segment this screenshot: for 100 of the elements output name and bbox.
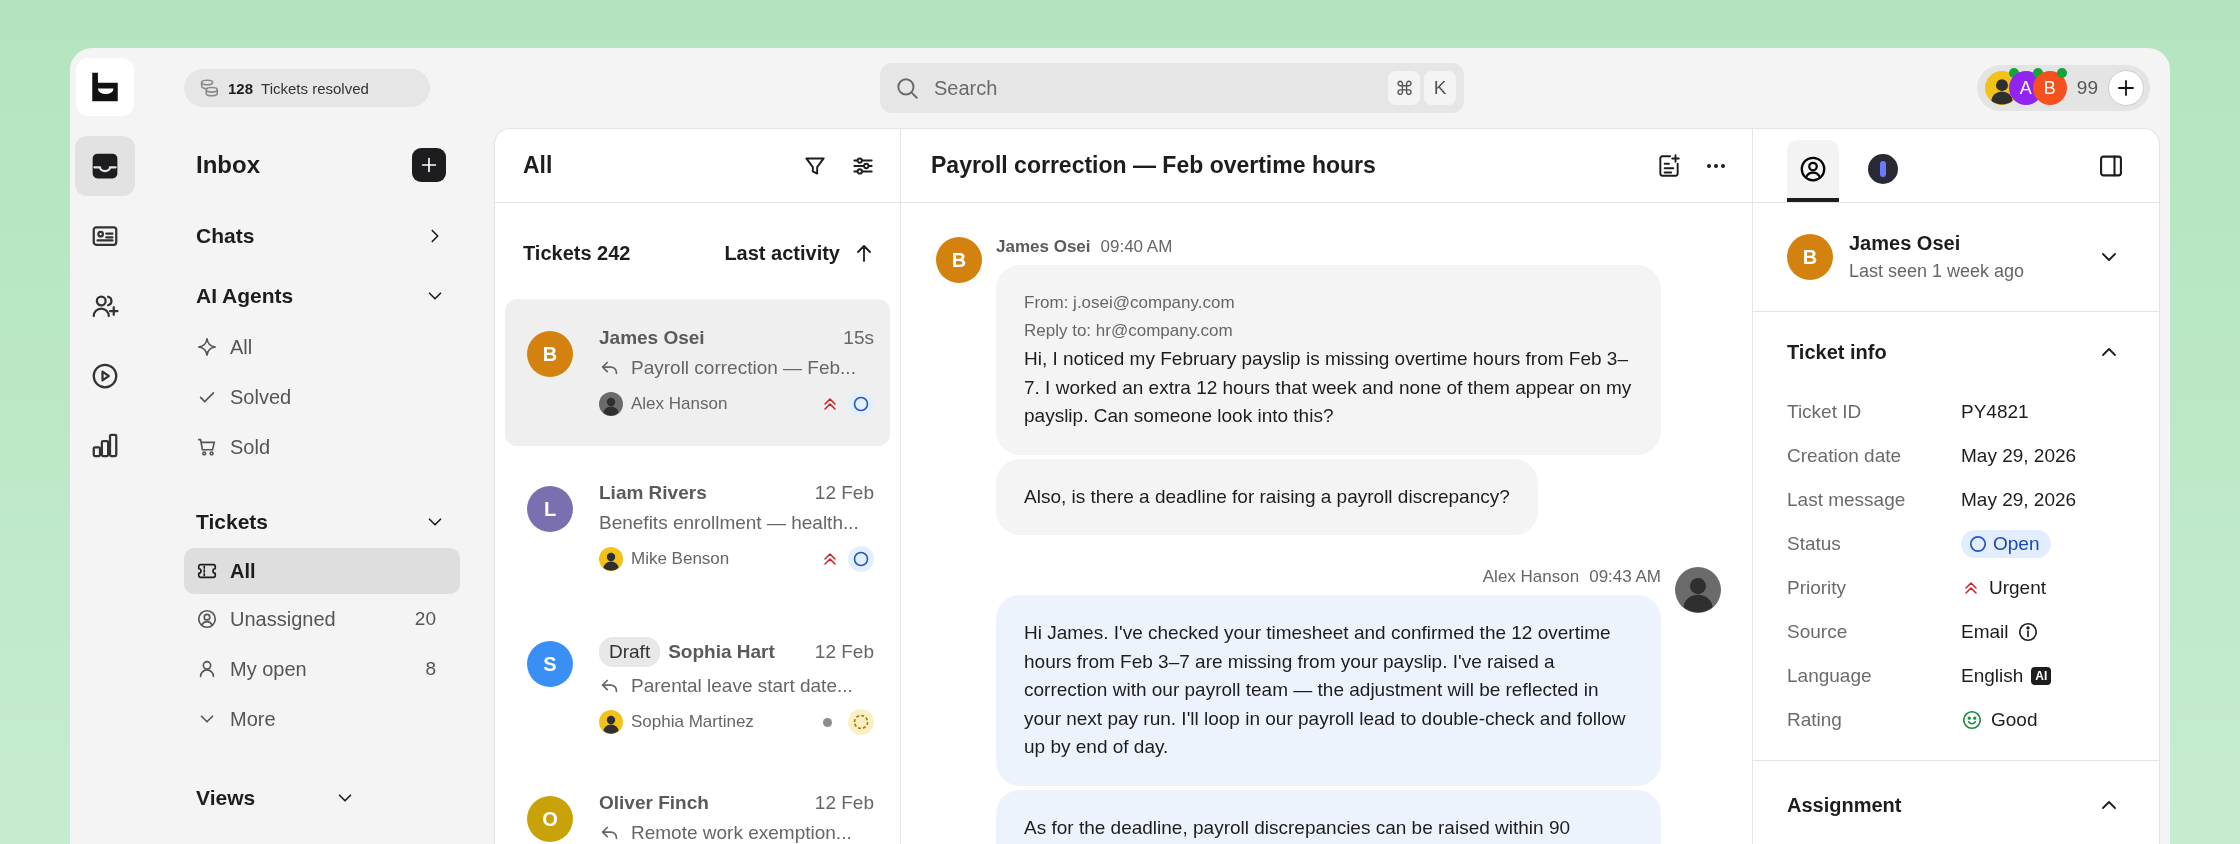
ticket-row[interactable]: L Liam Rivers 12 Feb Benefits enrollment — health... Mike Benson	[505, 454, 890, 601]
assignee-name: Mike Benson	[631, 549, 731, 569]
cart-icon	[196, 436, 218, 458]
nav-item[interactable]: Unassigned 20	[184, 594, 460, 644]
message-bubble: From: j.osei@company.com Reply to: hr@company.com Hi, I noticed my February payslip is missing overtime hours from Feb 3–7. I worked an extra 12 hours that week and none of them appear on my payslip. Can someone look into this?	[996, 265, 1661, 455]
section-title[interactable]: Views	[196, 786, 256, 810]
section-title[interactable]: Assignment	[1787, 793, 1902, 817]
user-circle-icon	[1798, 154, 1828, 184]
field-label: Ticket ID	[1787, 400, 1863, 424]
contact-name: Liam Rivers	[599, 482, 708, 504]
note-icon	[1656, 152, 1682, 179]
contact-avatar: B	[1787, 234, 1833, 280]
contact-avatar: B	[936, 237, 982, 283]
ticket-row[interactable]: B James Osei 15s Payroll correction — Feb... Alex Hanson	[505, 299, 890, 446]
ticket-row[interactable]: S Draft Sophia Hart 12 Feb Parental leave start date... Sophia Martinez	[505, 609, 890, 756]
nav-item[interactable]: All	[184, 322, 460, 372]
ticket-time: 12 Feb	[814, 482, 874, 504]
inbox-title: Inbox	[196, 151, 260, 179]
field-value: Email	[1961, 621, 2009, 643]
assignee-name: Alex Hanson	[631, 394, 729, 414]
profile-tab[interactable]	[1787, 140, 1839, 202]
section-title[interactable]: AI Agents	[196, 284, 294, 308]
ticket-subject: Benefits enrollment — health...	[599, 512, 859, 534]
section-title[interactable]: Chats	[196, 224, 255, 248]
contact-name: Sophia Hart	[668, 641, 776, 663]
user-circle-icon	[196, 608, 218, 630]
coins-icon	[198, 77, 220, 99]
message-bubble: Hi James. I've checked your timesheet and confirmed the 12 overtime hours from Feb 3–7 are missing from your payslip. I've raised a correction with our payroll team — the adjustment will be reflected in your next pay run. I'll loop in our payroll lead to double-check and follow up by end of day.	[996, 595, 1661, 786]
inbox-icon	[90, 151, 120, 181]
message-time: 09:40 AM	[1100, 237, 1173, 257]
app-logo[interactable]	[76, 58, 134, 116]
nav-item[interactable]: Solved	[184, 372, 460, 422]
shortcut-key: K	[1424, 71, 1456, 105]
sparkle-icon	[196, 336, 218, 358]
field-label: Creation date	[1787, 444, 1903, 468]
ticket-subject: Parental leave start date...	[631, 675, 853, 697]
ticket-row[interactable]: O Oliver Finch 12 Feb Remote work exemption...	[505, 764, 890, 844]
field-value: Urgent	[1989, 577, 2047, 599]
assignee-name: Sophia Martinez	[631, 712, 755, 732]
field-label: Language	[1787, 664, 1873, 688]
ticket-time: 15s	[843, 327, 874, 349]
nav-item[interactable]: More	[184, 694, 460, 744]
search-bar[interactable]: Search ⌘ K	[880, 63, 1464, 113]
ticket-subject: Payroll correction — Feb...	[631, 357, 856, 379]
resolved-label: Tickets resolved	[261, 79, 369, 97]
nav-item[interactable]: All	[184, 548, 460, 594]
contact-name: James Osei	[599, 327, 706, 349]
author-name: James Osei	[996, 237, 1091, 257]
field-value: English	[1961, 665, 2024, 687]
section-title[interactable]: Ticket info	[1787, 340, 1887, 364]
note-button[interactable]	[1656, 152, 1682, 179]
field-value: PY4821	[1961, 401, 2029, 423]
new-button[interactable]	[412, 148, 446, 182]
last-seen: Last seen 1 week ago	[1849, 261, 2026, 282]
user-count: 99	[2076, 77, 2098, 99]
field-label: Last message	[1787, 488, 1907, 512]
shortcut-key: ⌘	[1388, 71, 1420, 105]
nav-item[interactable]: My open 8	[184, 644, 460, 694]
field-value: May 29, 2026	[1961, 445, 2077, 467]
contact-name: Oliver Finch	[599, 792, 710, 814]
search-field[interactable]: Search	[932, 75, 1376, 101]
status-pill: Open	[1961, 530, 2052, 558]
message-bubble: Also, is there a deadline for raising a payroll discrepancy?	[996, 458, 1538, 535]
sort-button[interactable]: Last activity	[724, 241, 876, 265]
ticket-count: Tickets 242	[523, 241, 631, 265]
author-name: Alex Hanson	[1482, 567, 1580, 587]
presence-group[interactable]: A B 99	[1976, 65, 2150, 111]
resolved-count: 128	[228, 79, 254, 97]
info-icon	[2016, 621, 2039, 643]
field-label: Priority	[1787, 576, 1848, 600]
field-label: Source	[1787, 620, 1849, 644]
contact-avatar: B	[527, 331, 573, 377]
nav-button[interactable]	[75, 136, 135, 196]
ticket-time: 12 Feb	[814, 792, 874, 814]
contact-avatar: L	[527, 486, 573, 532]
draft-tag: Draft	[599, 637, 661, 667]
conversation-title: Payroll correction — Feb overtime hours	[931, 152, 1376, 179]
play-icon	[90, 361, 120, 391]
contact-name: James Osei	[1849, 232, 1962, 255]
smile-icon	[1961, 709, 1983, 731]
open-status-icon	[1969, 535, 1987, 553]
orb-icon	[1868, 154, 1898, 184]
field-label: Rating	[1787, 708, 1843, 732]
field-value: Good	[1991, 709, 2038, 731]
ticket-time: 12 Feb	[814, 641, 874, 663]
message-time: 09:43 AM	[1589, 567, 1661, 587]
more-icon	[1704, 162, 1728, 169]
contact-avatar: S	[527, 641, 573, 687]
nav-item[interactable]: Sold	[184, 422, 460, 472]
ticket-subject: Remote work exemption...	[631, 822, 852, 844]
more-button[interactable]	[1704, 162, 1728, 169]
section-title[interactable]: Tickets	[196, 510, 268, 534]
add-button[interactable]	[2108, 70, 2144, 106]
list-title: All	[523, 152, 553, 179]
message-bubble: As for the deadline, payroll discrepancies can be raised within 90	[996, 789, 1661, 844]
field-value: May 29, 2026	[1961, 489, 2077, 511]
search-icon	[894, 75, 920, 101]
avatar-silhouette	[1675, 567, 1721, 613]
contact-avatar: O	[527, 796, 573, 842]
field-label: Status	[1787, 532, 1842, 556]
